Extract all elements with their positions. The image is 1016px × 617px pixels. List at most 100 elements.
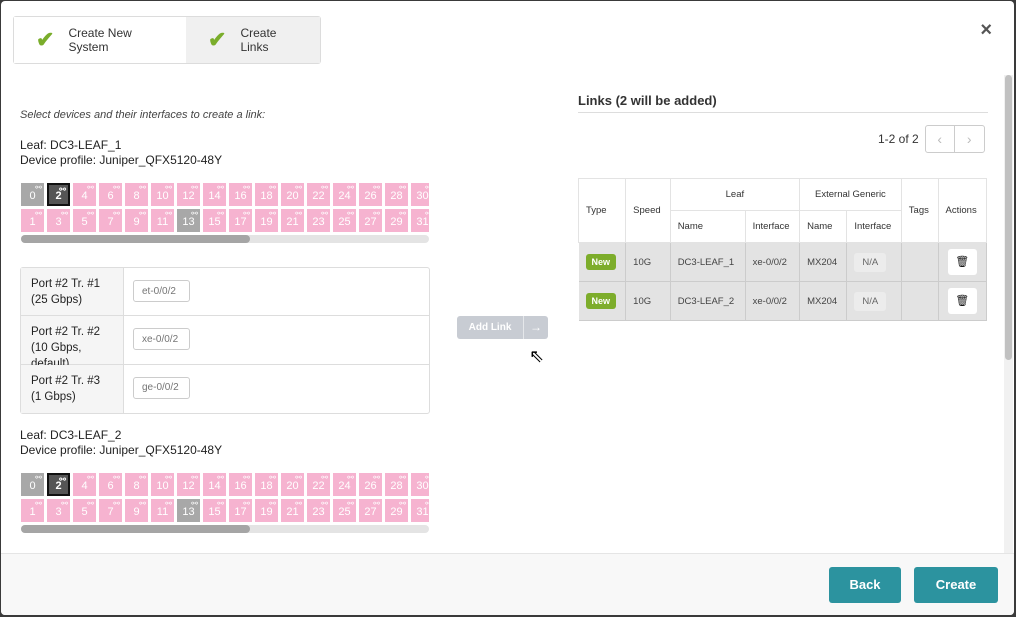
port-2[interactable]: ⚯ 2	[47, 183, 70, 206]
port-20[interactable]: ⚯ 20	[281, 183, 304, 206]
port-14[interactable]: ⚯ 14	[203, 473, 226, 496]
port-28[interactable]: ⚯ 28	[385, 183, 408, 206]
port-8[interactable]: ⚯ 8	[125, 183, 148, 206]
port-26[interactable]: ⚯ 26	[359, 183, 382, 206]
port-18[interactable]: ⚯ 18	[255, 183, 278, 206]
port-link-icon: ⚯	[139, 209, 146, 218]
port-6[interactable]: ⚯ 6	[99, 183, 122, 206]
horizontal-scrollbar[interactable]	[21, 525, 429, 533]
horizontal-scrollbar[interactable]	[21, 235, 429, 243]
step-create-new-system[interactable]: ✔ Create New System	[14, 17, 186, 63]
port-11[interactable]: ⚯ 11	[151, 499, 174, 522]
vertical-scrollbar[interactable]	[1004, 75, 1013, 553]
port-10[interactable]: ⚯ 10	[151, 183, 174, 206]
port-31[interactable]: ⚯ 31	[411, 209, 429, 232]
port-link-icon: ⚯	[165, 209, 172, 218]
prev-page-button[interactable]: ‹	[926, 126, 955, 152]
next-page-button[interactable]: ›	[955, 126, 984, 152]
port-1[interactable]: ⚯ 1	[21, 209, 44, 232]
delete-button[interactable]: 🗑	[947, 249, 977, 275]
port-15[interactable]: ⚯ 15	[203, 499, 226, 522]
port-7[interactable]: ⚯ 7	[99, 209, 122, 232]
port-25[interactable]: ⚯ 25	[333, 499, 356, 522]
port-22[interactable]: ⚯ 22	[307, 183, 330, 206]
port-link-icon: ⚯	[373, 183, 380, 192]
port-14[interactable]: ⚯ 14	[203, 183, 226, 206]
port-19[interactable]: ⚯ 19	[255, 499, 278, 522]
port-link-icon: ⚯	[35, 499, 42, 508]
port-30[interactable]: ⚯ 30	[411, 473, 429, 496]
interface-input[interactable]	[133, 328, 190, 351]
port-18[interactable]: ⚯ 18	[255, 473, 278, 496]
port-21[interactable]: ⚯ 21	[281, 209, 304, 232]
leaf-name: Leaf: DC3-LEAF_1	[20, 138, 122, 152]
port-16[interactable]: ⚯ 16	[229, 183, 252, 206]
add-link-button[interactable]: Add Link →	[457, 316, 548, 339]
create-button[interactable]: Create	[914, 567, 998, 603]
port-15[interactable]: ⚯ 15	[203, 209, 226, 232]
interface-input[interactable]	[133, 280, 190, 302]
delete-button[interactable]: 🗑	[947, 288, 977, 314]
port-29[interactable]: ⚯ 29	[385, 499, 408, 522]
port-9[interactable]: ⚯ 9	[125, 209, 148, 232]
port-4[interactable]: ⚯ 4	[73, 473, 96, 496]
port-7[interactable]: ⚯ 7	[99, 499, 122, 522]
back-button[interactable]: Back	[829, 567, 901, 603]
port-22[interactable]: ⚯ 22	[307, 473, 330, 496]
port-23[interactable]: ⚯ 23	[307, 499, 330, 522]
port-10[interactable]: ⚯ 10	[151, 473, 174, 496]
interface-input[interactable]	[133, 376, 190, 399]
port-link-icon: ⚯	[243, 499, 250, 508]
port-28[interactable]: ⚯ 28	[385, 473, 408, 496]
port-24[interactable]: ⚯ 24	[333, 183, 356, 206]
port-31[interactable]: ⚯ 31	[411, 499, 429, 522]
port-25[interactable]: ⚯ 25	[333, 209, 356, 232]
scroll-thumb[interactable]	[21, 235, 250, 243]
port-29[interactable]: ⚯ 29	[385, 209, 408, 232]
close-icon[interactable]: ×	[980, 19, 992, 42]
step-create-links[interactable]: ✔ Create Links	[186, 17, 320, 63]
port-30[interactable]: ⚯ 30	[411, 183, 429, 206]
port-11[interactable]: ⚯ 11	[151, 209, 174, 232]
scroll-thumb[interactable]	[1005, 75, 1012, 360]
col-tags: Tags	[900, 178, 939, 243]
port-6[interactable]: ⚯ 6	[99, 473, 122, 496]
port-23[interactable]: ⚯ 23	[307, 209, 330, 232]
port-26[interactable]: ⚯ 26	[359, 473, 382, 496]
port-3[interactable]: ⚯ 3	[47, 209, 70, 232]
port-5[interactable]: ⚯ 5	[73, 209, 96, 232]
port-13[interactable]: ⚯ 13	[177, 499, 200, 522]
port-24[interactable]: ⚯ 24	[333, 473, 356, 496]
port-0[interactable]: ⚯ 0	[21, 473, 44, 496]
port-3[interactable]: ⚯ 3	[47, 499, 70, 522]
port-2[interactable]: ⚯ 2	[47, 473, 70, 496]
port-9[interactable]: ⚯ 9	[125, 499, 148, 522]
port-0[interactable]: ⚯ 0	[21, 183, 44, 206]
scroll-thumb[interactable]	[21, 525, 250, 533]
port-13[interactable]: ⚯ 13	[177, 209, 200, 232]
port-link-icon: ⚯	[243, 209, 250, 218]
port-19[interactable]: ⚯ 19	[255, 209, 278, 232]
port-27[interactable]: ⚯ 27	[359, 209, 382, 232]
port-4[interactable]: ⚯ 4	[73, 183, 96, 206]
port-5[interactable]: ⚯ 5	[73, 499, 96, 522]
port-17[interactable]: ⚯ 17	[229, 209, 252, 232]
port-16[interactable]: ⚯ 16	[229, 473, 252, 496]
port-20[interactable]: ⚯ 20	[281, 473, 304, 496]
ext-name: MX204	[799, 281, 848, 321]
port-12[interactable]: ⚯ 12	[177, 473, 200, 496]
port-link-icon: ⚯	[165, 473, 172, 482]
port-8[interactable]: ⚯ 8	[125, 473, 148, 496]
port-link-icon: ⚯	[321, 209, 328, 218]
leaf-interface: xe-0/0/2	[745, 281, 801, 321]
transform-row: Port #2 Tr. #3 (1 Gbps)	[21, 364, 429, 413]
page-info: 1-2 of 2	[878, 132, 919, 146]
transform-label: Port #2 Tr. #1 (25 Gbps)	[21, 268, 124, 316]
port-27[interactable]: ⚯ 27	[359, 499, 382, 522]
leaf-name: Leaf: DC3-LEAF_2	[20, 428, 122, 442]
port-1[interactable]: ⚯ 1	[21, 499, 44, 522]
port-12[interactable]: ⚯ 12	[177, 183, 200, 206]
port-link-icon: ⚯	[87, 473, 94, 482]
port-21[interactable]: ⚯ 21	[281, 499, 304, 522]
port-17[interactable]: ⚯ 17	[229, 499, 252, 522]
